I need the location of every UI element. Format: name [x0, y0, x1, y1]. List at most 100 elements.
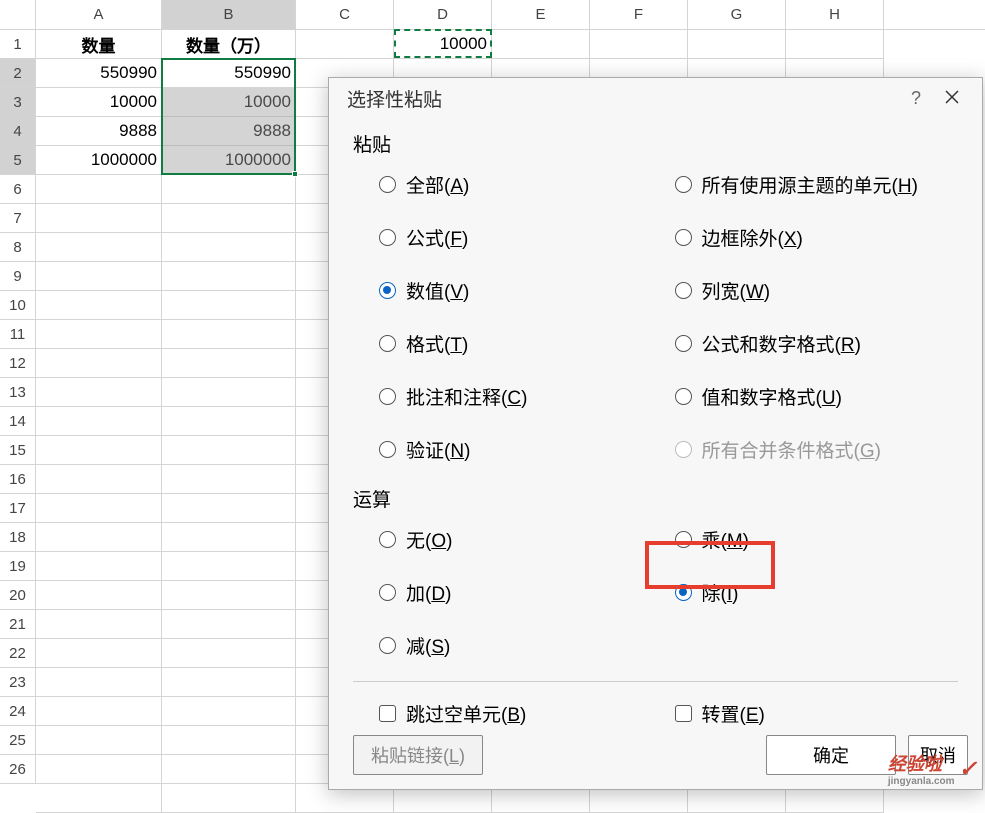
- row-header[interactable]: 5: [0, 146, 36, 175]
- cell[interactable]: [36, 378, 162, 407]
- cell[interactable]: [36, 407, 162, 436]
- cell-G1[interactable]: [688, 30, 786, 59]
- row-header[interactable]: 3: [0, 88, 36, 117]
- cell[interactable]: [162, 204, 296, 233]
- cell[interactable]: [36, 784, 162, 813]
- col-header-F[interactable]: F: [590, 0, 688, 29]
- row-header[interactable]: 17: [0, 494, 36, 523]
- paste-radio-R[interactable]: 公式和数字格式(R): [675, 330, 959, 357]
- col-header-G[interactable]: G: [688, 0, 786, 29]
- col-header-A[interactable]: A: [36, 0, 162, 29]
- paste-radio-W[interactable]: 列宽(W): [675, 277, 959, 304]
- row-header[interactable]: 26: [0, 755, 36, 784]
- cell[interactable]: [36, 726, 162, 755]
- row-header[interactable]: 1: [0, 30, 36, 59]
- skip-blanks-checkbox[interactable]: 跳过空单元(B): [379, 700, 663, 727]
- row-header[interactable]: 9: [0, 262, 36, 291]
- row-header[interactable]: 18: [0, 523, 36, 552]
- cell[interactable]: [162, 523, 296, 552]
- cell[interactable]: [36, 755, 162, 784]
- cell[interactable]: [162, 233, 296, 262]
- row-header[interactable]: 24: [0, 697, 36, 726]
- cell[interactable]: [36, 610, 162, 639]
- row-header[interactable]: 13: [0, 378, 36, 407]
- cell[interactable]: [162, 668, 296, 697]
- cell-E1[interactable]: [492, 30, 590, 59]
- cell[interactable]: [36, 320, 162, 349]
- cell[interactable]: [162, 291, 296, 320]
- cell-A5[interactable]: 1000000: [36, 146, 162, 175]
- transpose-checkbox[interactable]: 转置(E): [675, 700, 959, 727]
- op-radio-D[interactable]: 加(D): [379, 579, 663, 606]
- cell-C1[interactable]: [296, 30, 394, 59]
- col-header-B[interactable]: B: [162, 0, 296, 29]
- select-all-corner[interactable]: [0, 0, 36, 29]
- cell[interactable]: [162, 175, 296, 204]
- cell[interactable]: [36, 639, 162, 668]
- cell[interactable]: [162, 581, 296, 610]
- cell[interactable]: [162, 494, 296, 523]
- cell[interactable]: [36, 349, 162, 378]
- row-header[interactable]: 11: [0, 320, 36, 349]
- cell-A2[interactable]: 550990: [36, 59, 162, 88]
- row-header[interactable]: 12: [0, 349, 36, 378]
- cell[interactable]: [162, 262, 296, 291]
- cell-H1[interactable]: [786, 30, 884, 59]
- cell[interactable]: [162, 755, 296, 784]
- paste-radio-A[interactable]: 全部(A): [379, 171, 663, 198]
- cell[interactable]: [162, 378, 296, 407]
- col-header-H[interactable]: H: [786, 0, 884, 29]
- cell-B2[interactable]: 550990: [162, 59, 296, 88]
- cell[interactable]: [162, 320, 296, 349]
- row-header[interactable]: 2: [0, 59, 36, 88]
- row-header[interactable]: 21: [0, 610, 36, 639]
- cell[interactable]: [36, 523, 162, 552]
- col-header-C[interactable]: C: [296, 0, 394, 29]
- paste-radio-F[interactable]: 公式(F): [379, 224, 663, 251]
- cell[interactable]: [36, 291, 162, 320]
- row-header[interactable]: 15: [0, 436, 36, 465]
- row-header[interactable]: 14: [0, 407, 36, 436]
- cell[interactable]: [36, 668, 162, 697]
- cell-D1[interactable]: 10000: [394, 30, 492, 59]
- cell[interactable]: [162, 407, 296, 436]
- row-header[interactable]: 7: [0, 204, 36, 233]
- row-header[interactable]: 10: [0, 291, 36, 320]
- help-button[interactable]: ?: [898, 88, 934, 109]
- cell[interactable]: [36, 175, 162, 204]
- cell[interactable]: [36, 436, 162, 465]
- row-header[interactable]: 25: [0, 726, 36, 755]
- col-header-E[interactable]: E: [492, 0, 590, 29]
- cell-B4[interactable]: 9888: [162, 117, 296, 146]
- paste-radio-T[interactable]: 格式(T): [379, 330, 663, 357]
- cell-B3[interactable]: 10000: [162, 88, 296, 117]
- paste-radio-V[interactable]: 数值(V): [379, 277, 663, 304]
- row-header[interactable]: 6: [0, 175, 36, 204]
- row-header[interactable]: 4: [0, 117, 36, 146]
- cell[interactable]: [36, 494, 162, 523]
- cell-B1[interactable]: 数量（万）: [162, 30, 296, 59]
- cell-A1[interactable]: 数量: [36, 30, 162, 59]
- row-header[interactable]: 8: [0, 233, 36, 262]
- op-radio-S[interactable]: 减(S): [379, 632, 663, 659]
- cell[interactable]: [162, 349, 296, 378]
- paste-radio-U[interactable]: 值和数字格式(U): [675, 383, 959, 410]
- cell-B5[interactable]: 1000000: [162, 146, 296, 175]
- cell[interactable]: [162, 552, 296, 581]
- cell[interactable]: [162, 784, 296, 813]
- cell[interactable]: [162, 610, 296, 639]
- cell[interactable]: [162, 726, 296, 755]
- paste-radio-X[interactable]: 边框除外(X): [675, 224, 959, 251]
- cell[interactable]: [36, 581, 162, 610]
- cell-A3[interactable]: 10000: [36, 88, 162, 117]
- cell[interactable]: [36, 465, 162, 494]
- cell[interactable]: [162, 639, 296, 668]
- cell-A4[interactable]: 9888: [36, 117, 162, 146]
- close-button[interactable]: [934, 88, 970, 109]
- op-radio-O[interactable]: 无(O): [379, 526, 663, 553]
- paste-radio-N[interactable]: 验证(N): [379, 436, 663, 463]
- dialog-titlebar[interactable]: 选择性粘贴 ?: [329, 78, 982, 118]
- col-header-D[interactable]: D: [394, 0, 492, 29]
- paste-link-button[interactable]: 粘贴链接(L): [353, 735, 483, 775]
- fill-handle[interactable]: [292, 171, 298, 177]
